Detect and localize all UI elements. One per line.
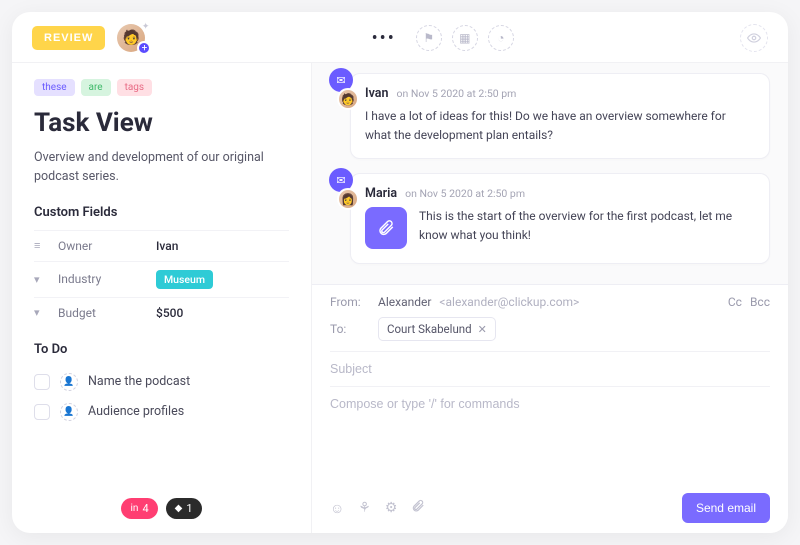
task-description[interactable]: Overview and development of our original… xyxy=(34,148,289,187)
flag-icon[interactable]: ⚑ xyxy=(416,25,442,51)
subject-input[interactable] xyxy=(330,362,770,376)
watch-icon[interactable] xyxy=(740,24,768,52)
custom-fields-heading: Custom Fields xyxy=(34,205,289,220)
comment-timestamp: on Nov 5 2020 at 2:50 pm xyxy=(405,187,525,200)
header-bar: REVIEW 🧑 ✦ + ••• ⚑ ▦ ◔ xyxy=(12,12,788,63)
task-details-panel: these are tags Task View Overview and de… xyxy=(12,63,312,533)
from-email: <alexander@clickup.com> xyxy=(439,295,579,309)
app-window: REVIEW 🧑 ✦ + ••• ⚑ ▦ ◔ these are tags Ta… xyxy=(12,12,788,533)
comment-card: ✉ 🧑 Ivan on Nov 5 2020 at 2:50 pm I have… xyxy=(350,73,770,159)
sparkle-icon: ✦ xyxy=(142,22,150,32)
composer-toolbar: ☺ ⚘ ⚙ Send email xyxy=(330,485,770,523)
to-row: To: Court Skabelund ✕ xyxy=(330,317,770,341)
activity-feed: ✉ 🧑 Ivan on Nov 5 2020 at 2:50 pm I have… xyxy=(312,63,788,284)
quick-actions: ⚑ ▦ ◔ xyxy=(416,25,514,51)
review-status-button[interactable]: REVIEW xyxy=(32,26,105,50)
comment-author: Maria xyxy=(365,186,397,201)
from-row: From: Alexander <alexander@clickup.com> … xyxy=(330,295,770,309)
assign-icon[interactable]: 👤 xyxy=(60,373,78,391)
cf-label: Budget xyxy=(58,306,146,320)
task-title[interactable]: Task View xyxy=(34,108,289,138)
recipient-name: Court Skabelund xyxy=(387,322,472,336)
invision-icon: in xyxy=(130,503,138,514)
text-field-icon: ≡ xyxy=(34,239,48,252)
comment-author: Ivan xyxy=(365,86,388,101)
tag[interactable]: these xyxy=(34,79,75,96)
from-name: Alexander xyxy=(378,295,431,309)
add-assignee-icon[interactable]: + xyxy=(137,41,151,55)
remove-recipient-icon[interactable]: ✕ xyxy=(478,323,487,336)
comment-avatar: 🧑 xyxy=(337,88,359,110)
dropdown-field-icon: ▾ xyxy=(34,306,48,319)
from-label: From: xyxy=(330,295,370,309)
time-icon[interactable]: ◔ xyxy=(488,25,514,51)
custom-field-row-owner: ≡ Owner Ivan xyxy=(34,230,289,261)
activity-panel: ✉ 🧑 Ivan on Nov 5 2020 at 2:50 pm I have… xyxy=(312,63,788,533)
comment-body: I have a lot of ideas for this! Do we ha… xyxy=(365,107,753,144)
cc-button[interactable]: Cc xyxy=(728,295,742,309)
compose-body-input[interactable] xyxy=(330,397,770,411)
todo-item[interactable]: 👤 Name the podcast xyxy=(34,367,289,397)
divider xyxy=(330,386,770,387)
send-email-button[interactable]: Send email xyxy=(682,493,770,523)
calendar-icon[interactable]: ▦ xyxy=(452,25,478,51)
chip-count: 1 xyxy=(186,502,192,515)
chip-count: 4 xyxy=(142,502,148,515)
comment-card: ✉ 👩 Maria on Nov 5 2020 at 2:50 pm This … xyxy=(350,173,770,264)
checkbox[interactable] xyxy=(34,404,50,420)
comment-avatar: 👩 xyxy=(337,188,359,210)
figma-icon: ◆ xyxy=(175,503,183,514)
assign-icon[interactable]: 👤 xyxy=(60,403,78,421)
dropdown-field-icon: ▾ xyxy=(34,273,48,286)
tag[interactable]: tags xyxy=(117,79,153,96)
todo-item[interactable]: 👤 Audience profiles xyxy=(34,397,289,427)
more-menu-icon[interactable]: ••• xyxy=(372,28,396,49)
to-label: To: xyxy=(330,322,370,336)
divider xyxy=(330,351,770,352)
tag-list: these are tags xyxy=(34,79,289,96)
custom-field-row-industry: ▾ Industry Museum xyxy=(34,261,289,297)
cf-label: Owner xyxy=(58,239,146,253)
custom-field-row-budget: ▾ Budget $500 xyxy=(34,297,289,328)
mention-icon[interactable]: ⚘ xyxy=(358,500,371,516)
bcc-button[interactable]: Bcc xyxy=(750,295,770,309)
cf-value-pill[interactable]: Museum xyxy=(156,270,213,289)
emoji-icon[interactable]: ☺ xyxy=(330,500,344,517)
email-composer: From: Alexander <alexander@clickup.com> … xyxy=(312,284,788,533)
attachments-bar: in 4 ◆ 1 xyxy=(34,498,289,523)
todo-label: Name the podcast xyxy=(88,374,190,389)
comment-timestamp: on Nov 5 2020 at 2:50 pm xyxy=(396,87,516,100)
figma-chip[interactable]: ◆ 1 xyxy=(166,498,202,519)
comment-body: This is the start of the overview for th… xyxy=(419,207,753,244)
checkbox[interactable] xyxy=(34,374,50,390)
recipient-chip[interactable]: Court Skabelund ✕ xyxy=(378,317,496,341)
tag[interactable]: are xyxy=(81,79,111,96)
attachment-icon[interactable] xyxy=(365,207,407,249)
todo-label: Audience profiles xyxy=(88,404,184,419)
attach-icon[interactable] xyxy=(411,499,425,517)
assignee-avatar[interactable]: 🧑 ✦ + xyxy=(117,24,145,52)
todo-heading: To Do xyxy=(34,342,289,357)
main-body: these are tags Task View Overview and de… xyxy=(12,63,788,533)
settings-icon[interactable]: ⚙ xyxy=(385,500,398,516)
cf-value[interactable]: Ivan xyxy=(156,239,178,253)
cf-label: Industry xyxy=(58,272,146,286)
invision-chip[interactable]: in 4 xyxy=(121,498,157,519)
cf-value[interactable]: $500 xyxy=(156,306,183,320)
